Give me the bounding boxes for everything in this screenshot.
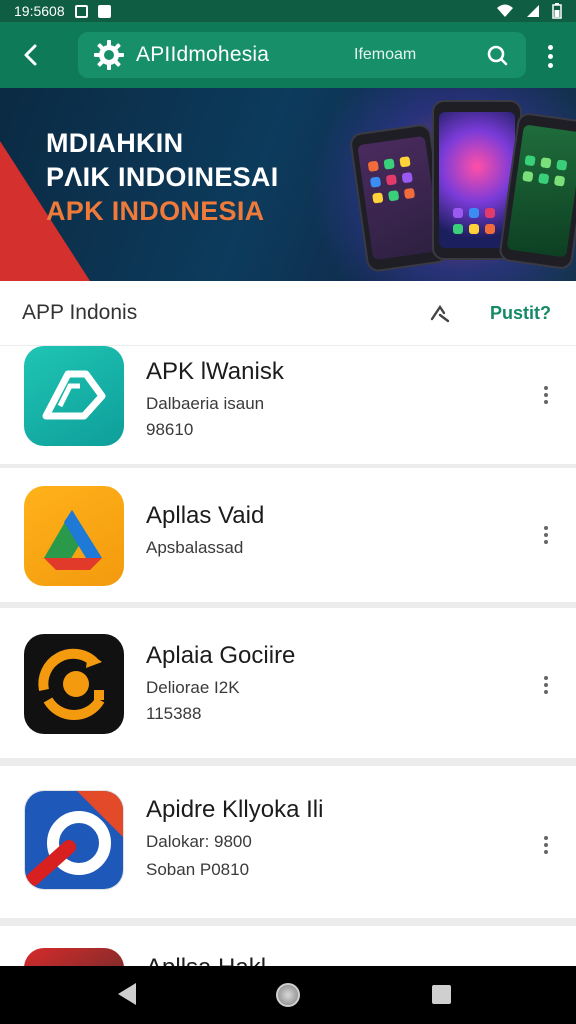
sort-icon[interactable] xyxy=(428,301,452,325)
search-icon xyxy=(487,45,508,66)
app-list-item[interactable]: Aplaia Gociire Deliorae I2K 115388 xyxy=(0,608,576,758)
wifi-icon xyxy=(497,4,513,17)
gear-icon[interactable] xyxy=(92,38,126,72)
more-vert-icon[interactable] xyxy=(542,836,550,854)
banner-line-1: MDIAHKIN xyxy=(46,128,184,158)
app-name: Apllsa Hakl xyxy=(146,954,266,966)
app-title: APIIdmohesia xyxy=(136,43,270,66)
system-nav-bar xyxy=(0,966,576,1024)
status-time: 19:5608 xyxy=(14,3,65,19)
notification-icon xyxy=(74,4,88,18)
square-recents-icon[interactable] xyxy=(432,985,451,1004)
section-action-link[interactable]: Pustit? xyxy=(490,303,551,324)
app-detail: Dalokar: 9800 xyxy=(146,832,252,851)
ring-logo-icon xyxy=(24,790,124,890)
app-subtitle: Ifemoam xyxy=(354,46,417,63)
app-list-item[interactable]: Apllas Vaid Apsbalassad xyxy=(0,468,576,602)
search-button[interactable] xyxy=(482,40,512,70)
arrow-left-icon xyxy=(24,44,37,66)
more-vert-icon[interactable] xyxy=(538,42,562,70)
rotate-logo-icon xyxy=(24,634,124,734)
triangle-back-icon[interactable] xyxy=(118,983,136,1005)
app-size: 115388 xyxy=(146,704,202,723)
app-name: Apidre Kllyoka Ili xyxy=(146,796,324,823)
app-name: Apllas Vaid xyxy=(146,502,265,529)
signal-icon xyxy=(527,5,539,17)
section-title: APP Indonis xyxy=(22,301,138,324)
app-detail: Dalbaeria isaun xyxy=(146,394,265,413)
circle-home-icon[interactable] xyxy=(276,983,300,1007)
app-size: 98610 xyxy=(146,420,194,439)
banner-line-2: PΛIK INDOINESAI xyxy=(46,162,279,192)
banner-line-3: APK INDONESIA xyxy=(46,196,265,226)
app-list-item[interactable]: APK lWanisk Dalbaeria isaun 98610 xyxy=(0,346,576,464)
title-bar: APIIdmohesia Ifemoam xyxy=(78,32,526,78)
more-vert-icon[interactable] xyxy=(542,676,550,694)
app-name: Aplaia Gociire xyxy=(146,642,296,669)
app-detail: Apsbalassad xyxy=(146,538,244,557)
red-logo-icon xyxy=(24,948,124,966)
app-detail: Deliorae I2K xyxy=(146,678,240,697)
battery-icon xyxy=(552,3,562,19)
more-vert-icon[interactable] xyxy=(542,386,550,404)
notification-icon-2 xyxy=(97,4,111,18)
drive-logo-icon xyxy=(24,486,124,586)
app-list-item[interactable]: Apidre Kllyoka Ili Dalokar: 9800 Soban P… xyxy=(0,766,576,918)
apk-logo-icon xyxy=(24,346,124,446)
app-list-item[interactable]: Apllsa Hakl xyxy=(0,926,576,966)
promo-banner[interactable]: MDIAHKIN PΛIK INDOINESAI APK INDONESIA xyxy=(0,88,576,281)
app-bar: APIIdmohesia Ifemoam xyxy=(0,22,576,88)
status-bar: 19:5608 xyxy=(0,0,576,22)
app-size: Soban P0810 xyxy=(146,860,250,879)
more-vert-icon[interactable] xyxy=(542,526,550,544)
back-button[interactable] xyxy=(0,22,60,88)
app-name: APK lWanisk xyxy=(146,358,284,385)
section-header: APP Indonis Pustit? xyxy=(0,281,576,345)
